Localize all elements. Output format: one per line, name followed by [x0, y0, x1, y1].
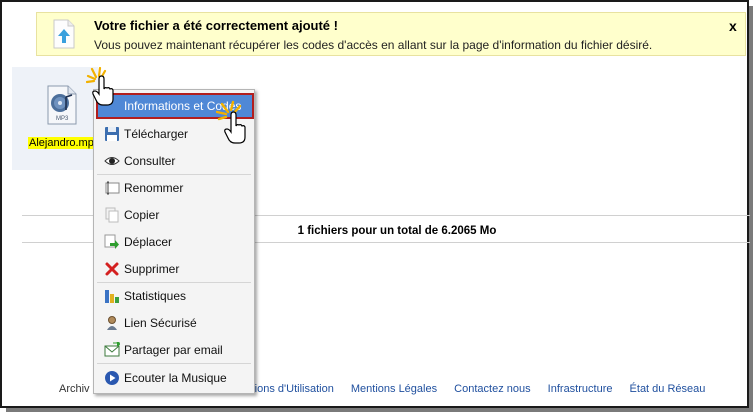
menu-item-label: Consulter [124, 154, 176, 168]
footer-left: Archiv [59, 383, 90, 395]
menu-separator [97, 363, 251, 364]
file-type-label: MP3 [56, 116, 69, 122]
footer-archive-text[interactable]: Archiv [59, 383, 90, 395]
menu-item-play-music[interactable]: Ecouter la Musique [94, 366, 254, 390]
menu-item-secure-link[interactable]: Lien Sécurisé [94, 311, 254, 335]
menu-item-view[interactable]: Consulter [94, 149, 254, 173]
move-icon [104, 234, 119, 249]
menu-separator [97, 282, 251, 283]
secure-link-icon [107, 316, 117, 330]
menu-item-label: Copier [124, 208, 160, 222]
footer-link-infrastructure[interactable]: Infrastructure [548, 383, 613, 395]
window-shadow-bottom [6, 408, 753, 412]
footer-link-mentions[interactable]: Mentions Légales [351, 383, 437, 395]
notice-message: Vous pouvez maintenant récupérer les cod… [94, 38, 653, 52]
email-icon [104, 342, 120, 357]
footer-link-contact[interactable]: Contactez nous [454, 383, 530, 395]
upload-file-icon [53, 19, 75, 49]
menu-item-statistics[interactable]: Statistiques [94, 284, 254, 308]
mp3-file-icon: MP3 [47, 85, 77, 125]
menu-item-copy[interactable]: Copier [94, 203, 254, 227]
menu-item-label: Lien Sécurisé [124, 316, 197, 330]
menu-item-label: Télécharger [124, 127, 189, 141]
menu-item-label: Supprimer [124, 262, 180, 276]
menu-item-label: Déplacer [124, 235, 173, 249]
menu-item-share-email[interactable]: Partager par email [94, 338, 254, 362]
menu-item-label: Statistiques [124, 289, 187, 303]
footer-links: ...itions d'Utilisation Mentions Légales… [240, 383, 719, 395]
hand-cursor-icon [86, 67, 114, 106]
close-notice-button[interactable]: x [729, 18, 737, 34]
window-shadow-right [749, 6, 753, 412]
eye-icon [104, 157, 120, 165]
menu-item-label: Renommer [124, 181, 184, 195]
rename-icon [105, 181, 120, 195]
file-name[interactable]: Alejandro.mp3 [28, 137, 101, 149]
notice-title: Votre fichier a été correctement ajouté … [94, 18, 338, 33]
menu-item-rename[interactable]: Renommer [94, 176, 254, 200]
floppy-disk-icon [105, 127, 119, 141]
footer-link-network-status[interactable]: État du Réseau [630, 383, 706, 395]
play-icon [105, 371, 119, 385]
success-notice: Votre fichier a été correctement ajouté … [36, 12, 746, 56]
chart-icon [105, 290, 119, 303]
menu-separator [97, 174, 251, 175]
hand-cursor-pointer-icon [216, 100, 246, 144]
menu-item-delete[interactable]: Supprimer [94, 257, 254, 281]
menu-item-label: Ecouter la Musique [124, 371, 227, 385]
copy-icon [105, 207, 119, 223]
menu-item-label: Partager par email [124, 343, 223, 357]
menu-item-move[interactable]: Déplacer [94, 230, 254, 254]
delete-icon [105, 262, 119, 276]
